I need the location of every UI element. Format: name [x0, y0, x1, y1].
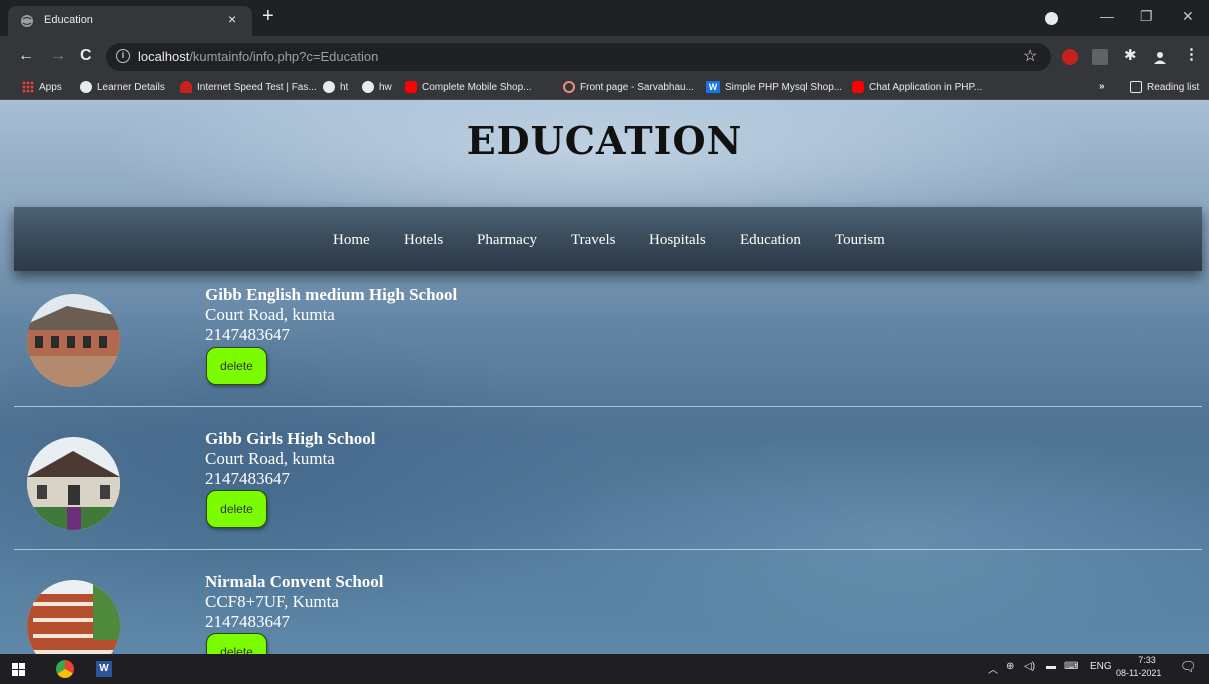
site-icon — [563, 81, 575, 93]
restore-button[interactable]: ❐ — [1140, 8, 1153, 25]
w-icon: W — [706, 81, 720, 93]
address-toolbar: ← → C i localhost/kumtainfo/info.php?c=E… — [0, 36, 1209, 78]
bookmark-star-icon[interactable]: ☆ — [1023, 46, 1037, 66]
listing-name: Gibb English medium High School — [205, 285, 458, 304]
nav-home[interactable]: Home — [333, 232, 370, 249]
nav-hotels[interactable]: Hotels — [404, 232, 443, 249]
menu-kebab-icon[interactable]: ⋮ — [1184, 45, 1200, 63]
divider — [14, 549, 1202, 550]
list-item: Gibb English medium High School Court Ro… — [14, 283, 1202, 426]
listing-phone: 2147483647 — [205, 325, 290, 344]
extensions-puzzle-icon[interactable]: ✱ — [1124, 46, 1140, 64]
clock-date[interactable]: 08-11-2021 — [1116, 668, 1161, 678]
new-tab-button[interactable]: + — [262, 5, 274, 27]
clock-time[interactable]: 7:33 — [1130, 655, 1164, 665]
browser-tab[interactable]: Education × — [8, 6, 252, 36]
volume-icon[interactable]: ◁) — [1024, 661, 1035, 672]
site-navbar: Home Hotels Pharmacy Travels Hospitals E… — [14, 207, 1202, 271]
listing-name: Gibb Girls High School — [205, 429, 376, 448]
bookmark-mobile-shop[interactable]: Complete Mobile Shop... — [405, 81, 532, 93]
listing-address: Court Road, kumta — [205, 305, 335, 324]
close-window-button[interactable]: ✕ — [1182, 8, 1194, 25]
delete-button[interactable]: delete — [206, 490, 267, 528]
page-content: EDUCATION Home Hotels Pharmacy Travels H… — [0, 100, 1209, 654]
nav-education[interactable]: Education — [740, 232, 801, 249]
bookmark-front-page[interactable]: Front page - Sarvabhau... — [563, 81, 694, 93]
listing-address: CCF8+7UF, Kumta — [205, 592, 339, 611]
bookmarks-overflow-button[interactable]: » — [1099, 81, 1105, 92]
listing-phone: 2147483647 — [205, 469, 290, 488]
delete-button[interactable]: delete — [206, 633, 267, 654]
info-icon[interactable]: i — [116, 49, 130, 63]
url-text: localhost/kumtainfo/info.php?c=Education — [138, 49, 379, 64]
globe-icon — [323, 81, 335, 93]
bookmark-apps[interactable]: Apps — [22, 81, 62, 93]
nav-travels[interactable]: Travels — [571, 232, 615, 249]
globe-icon — [362, 81, 374, 93]
reading-list-icon — [1130, 81, 1142, 93]
list-item: Nirmala Convent School CCF8+7UF, Kumta 2… — [14, 570, 1202, 654]
keyboard-icon[interactable]: ⌨ — [1064, 661, 1078, 672]
nav-hospitals[interactable]: Hospitals — [649, 232, 706, 249]
battery-icon[interactable]: ▬ — [1046, 661, 1056, 672]
close-tab-icon[interactable]: × — [228, 11, 236, 27]
os-taskbar: W ︿ ⊕ ◁) ▬ ⌨ ENG 7:33 08-11-2021 🗨 — [0, 654, 1209, 684]
profile-avatar-icon[interactable] — [1152, 49, 1168, 65]
speedtest-icon — [180, 81, 192, 93]
minimize-button[interactable]: — — [1100, 8, 1114, 24]
school-photo — [27, 437, 120, 530]
bookmark-learner-details[interactable]: Learner Details — [80, 81, 165, 93]
bookmark-chat-app[interactable]: Chat Application in PHP... — [852, 81, 982, 93]
bookmark-php-shop[interactable]: W Simple PHP Mysql Shop... — [706, 81, 842, 93]
forward-arrow-icon[interactable]: → — [50, 47, 66, 65]
listing-phone: 2147483647 — [205, 612, 290, 631]
extension-grey-icon[interactable] — [1092, 49, 1108, 65]
bookmark-speed-test[interactable]: Internet Speed Test | Fas... — [180, 81, 317, 93]
chrome-taskbar-icon[interactable] — [56, 660, 74, 678]
profile-indicator-icon[interactable] — [1045, 12, 1058, 25]
page-title: EDUCATION — [466, 118, 743, 163]
divider — [14, 406, 1202, 407]
bookmarks-bar: Apps Learner Details Internet Speed Test… — [0, 78, 1209, 100]
extension-red-icon[interactable] — [1062, 49, 1078, 65]
youtube-icon — [405, 81, 417, 93]
bookmark-hw[interactable]: hw — [362, 81, 392, 93]
reading-list-button[interactable]: Reading list — [1130, 81, 1199, 93]
bookmark-ht[interactable]: ht — [323, 81, 348, 93]
url-input[interactable]: i localhost/kumtainfo/info.php?c=Educati… — [106, 43, 1051, 71]
globe-icon — [80, 81, 92, 93]
listing-address: Court Road, kumta — [205, 449, 335, 468]
tab-title: Education — [44, 14, 93, 26]
school-photo — [27, 580, 120, 654]
youtube-icon — [852, 81, 864, 93]
apps-grid-icon — [22, 81, 34, 93]
notifications-icon[interactable]: 🗨 — [1180, 659, 1197, 675]
nav-tourism[interactable]: Tourism — [835, 232, 885, 249]
tray-chevron-icon[interactable]: ︿ — [988, 661, 998, 676]
reload-icon[interactable]: C — [80, 47, 92, 65]
word-taskbar-icon[interactable]: W — [96, 661, 112, 677]
network-icon[interactable]: ⊕ — [1006, 661, 1014, 672]
browser-tab-bar: Education × + — ❐ ✕ — [0, 0, 1209, 36]
listing-name: Nirmala Convent School — [205, 572, 384, 591]
windows-start-icon[interactable] — [12, 663, 26, 682]
delete-button[interactable]: delete — [206, 347, 267, 385]
nav-pharmacy[interactable]: Pharmacy — [477, 232, 537, 249]
globe-icon — [21, 15, 33, 27]
back-arrow-icon[interactable]: ← — [18, 47, 34, 65]
school-photo — [27, 294, 120, 387]
language-indicator[interactable]: ENG — [1090, 661, 1112, 672]
